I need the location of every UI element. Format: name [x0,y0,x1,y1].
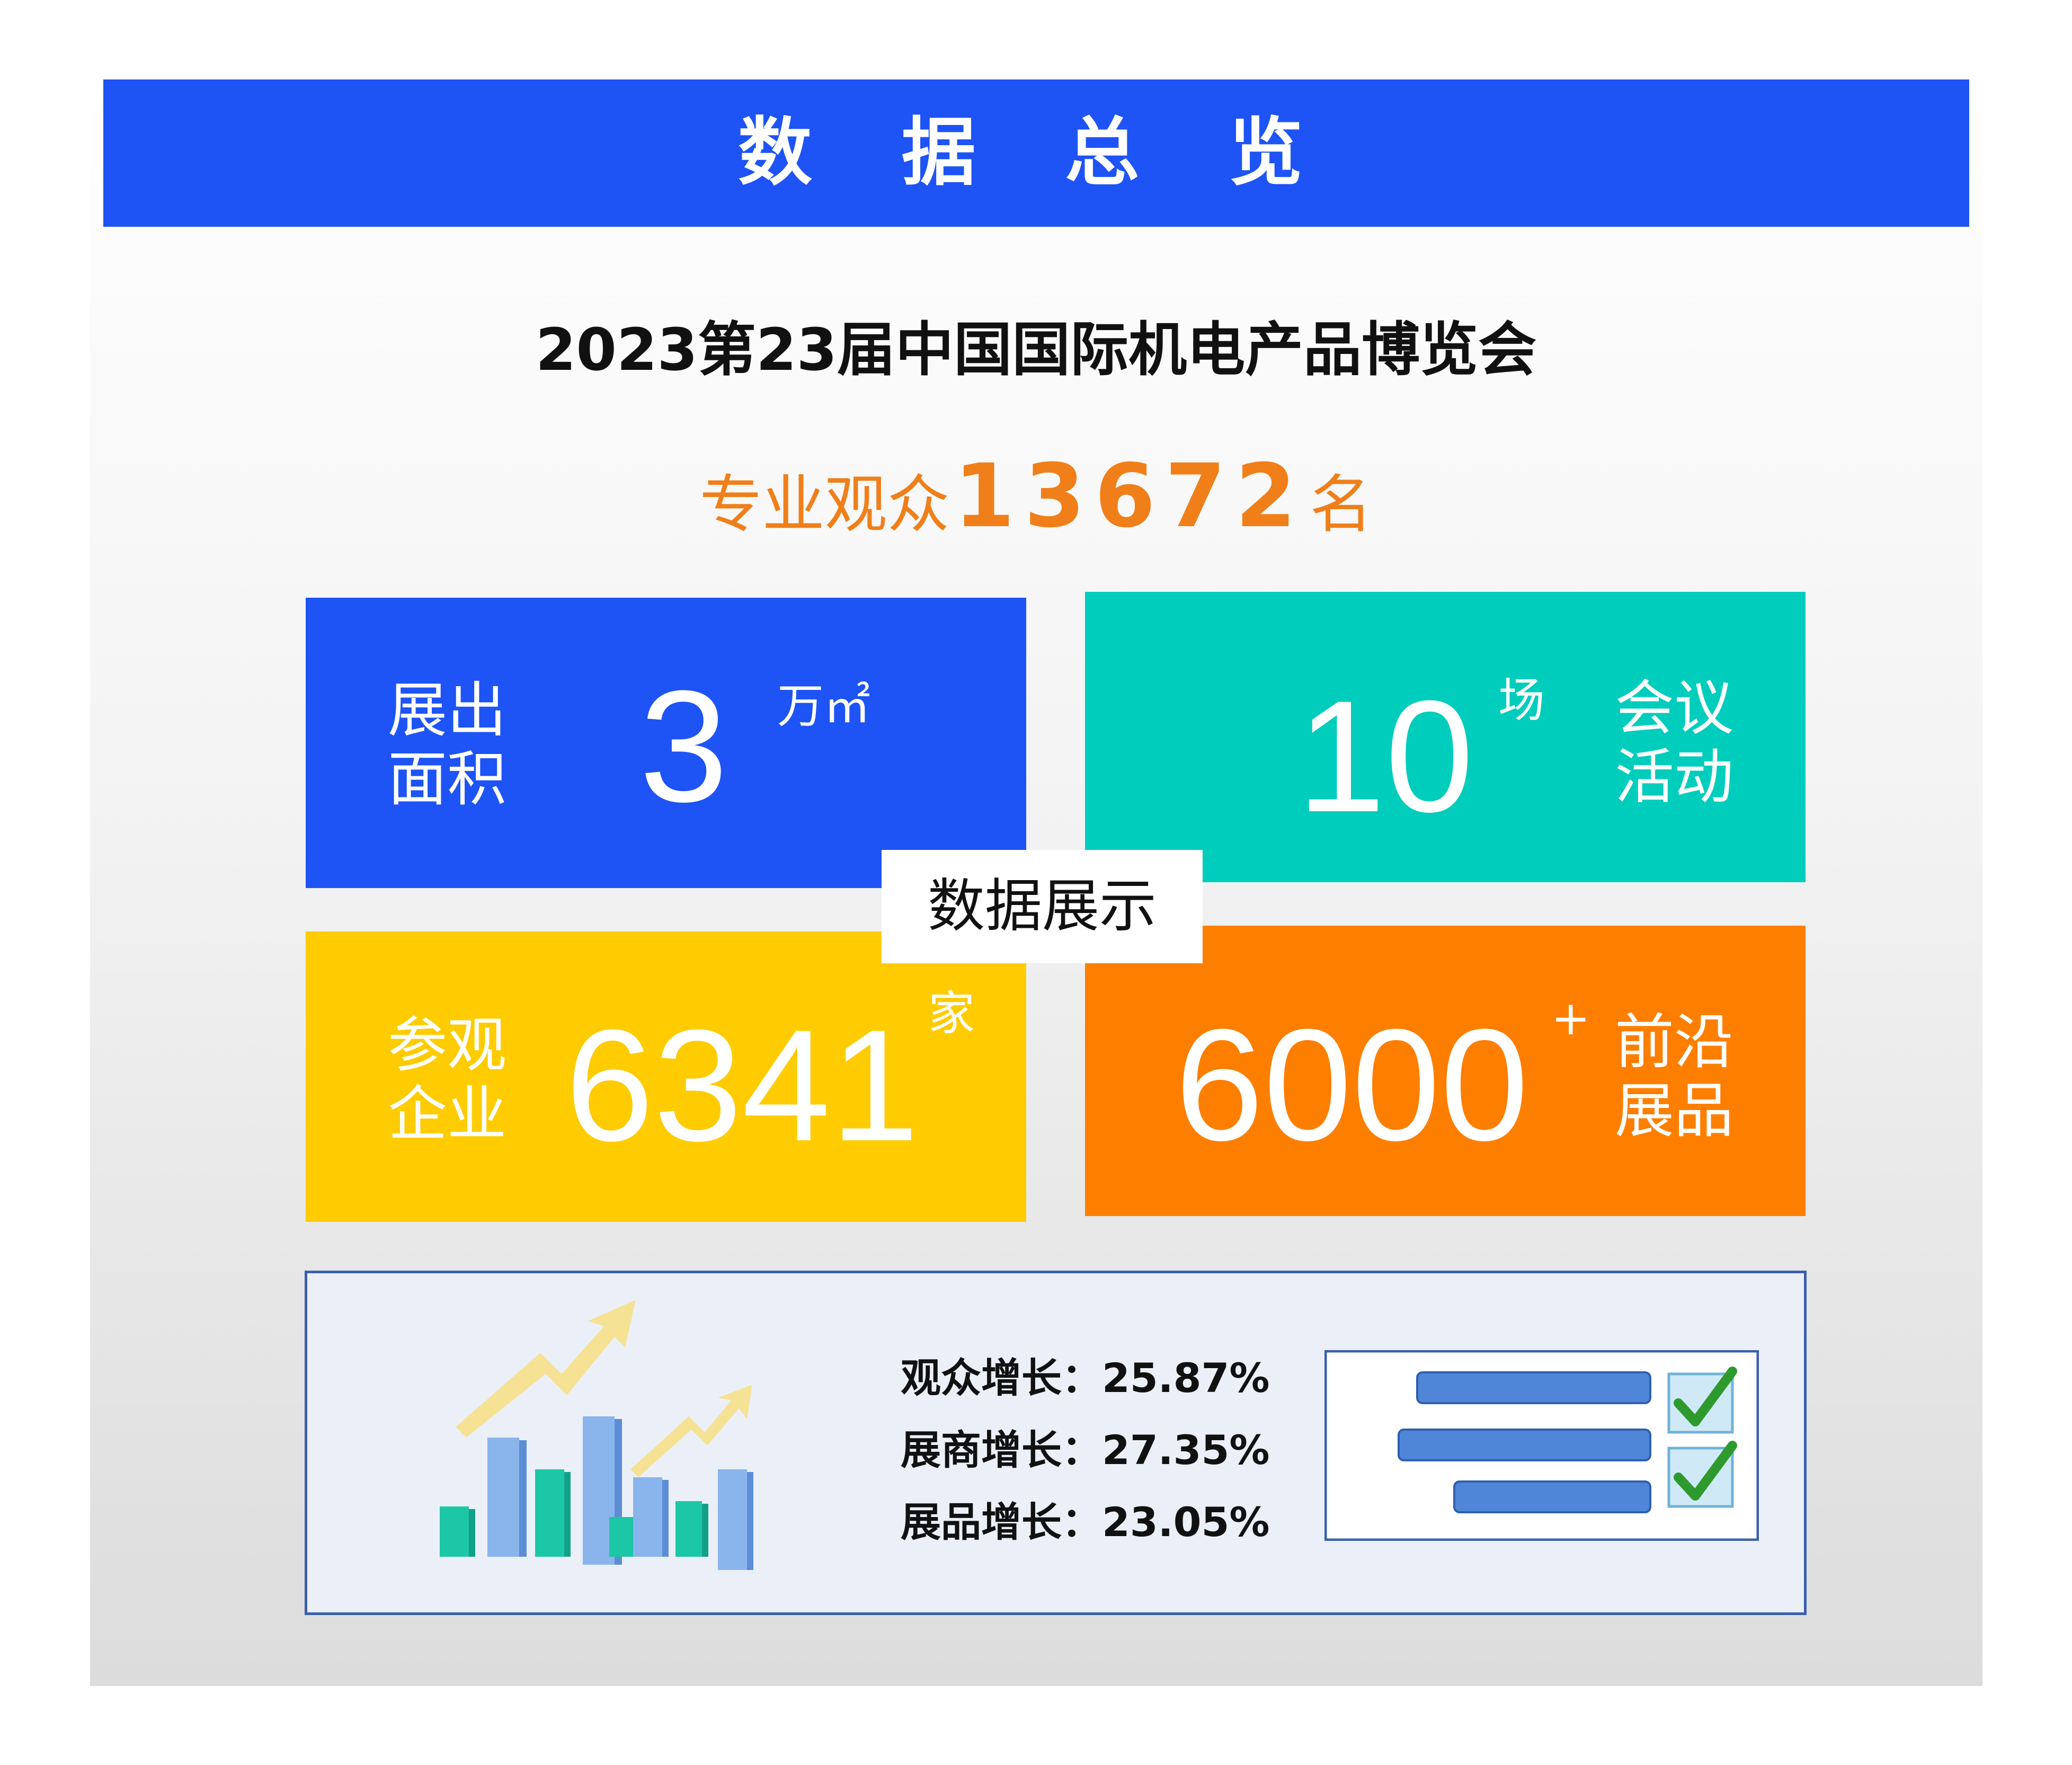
companies-label-line2: 企业 [388,1080,506,1149]
checklist-icon [1324,1350,1759,1541]
meetings-value: 10 [1297,667,1474,845]
exhibits-unit: + [1551,991,1590,1045]
tile-frontier-exhibits: 6000 + 前沿 展品 [1085,926,1806,1216]
growth-row: 展品增长：23.05% [901,1486,1270,1558]
meetings-label-line2: 活动 [1615,743,1733,812]
event-title: 2023第23届中国国际机电产品博览会 [535,316,1537,384]
companies-unit: 家 [928,986,975,1041]
growth-row: 观众增长：25.87% [901,1342,1270,1414]
growth-value: 27.35% [1102,1426,1270,1474]
tile-exhibition-area: 展出 面积 3 万㎡ [306,598,1026,888]
companies-label-line1: 参观 [388,1011,506,1080]
audience-stat: 专业观众13672名 [0,445,2072,547]
area-unit: 万㎡ [777,679,871,733]
area-label-line2: 面积 [388,745,506,814]
growth-value: 23.05% [1102,1498,1270,1546]
growth-list: 观众增长：25.87% 展商增长：27.35% 展品增长：23.05% [901,1342,1270,1558]
audience-value: 13672 [954,445,1306,547]
audience-label: 专业观众 [699,468,950,541]
center-label: 数据展示 [882,850,1203,963]
tile-meetings: 10 场 会议 活动 [1085,592,1806,882]
exhibits-value: 6000 [1175,996,1529,1174]
companies-value: 6341 [565,996,919,1174]
tile-visiting-companies: 参观 企业 6341 家 [306,932,1026,1222]
meetings-label-line1: 会议 [1615,674,1733,743]
growth-value: 25.87% [1102,1354,1270,1402]
growth-summary-box: 观众增长：25.87% 展商增长：27.35% 展品增长：23.05% [305,1271,1807,1615]
page-title: 数 据 总 览 [103,79,1969,227]
area-label-line1: 展出 [388,676,506,745]
exhibits-label-line2: 展品 [1615,1077,1733,1146]
growth-label: 展商增长： [901,1426,1102,1474]
growth-label: 展品增长： [901,1498,1102,1546]
bar-chart-growth-icon [440,1300,753,1570]
meetings-unit: 场 [1498,673,1545,728]
growth-label: 观众增长： [901,1354,1102,1402]
exhibits-label-line1: 前沿 [1615,1008,1733,1077]
area-value: 3 [639,657,728,835]
audience-unit: 名 [1310,468,1373,541]
growth-row: 展商增长：27.35% [901,1414,1270,1486]
